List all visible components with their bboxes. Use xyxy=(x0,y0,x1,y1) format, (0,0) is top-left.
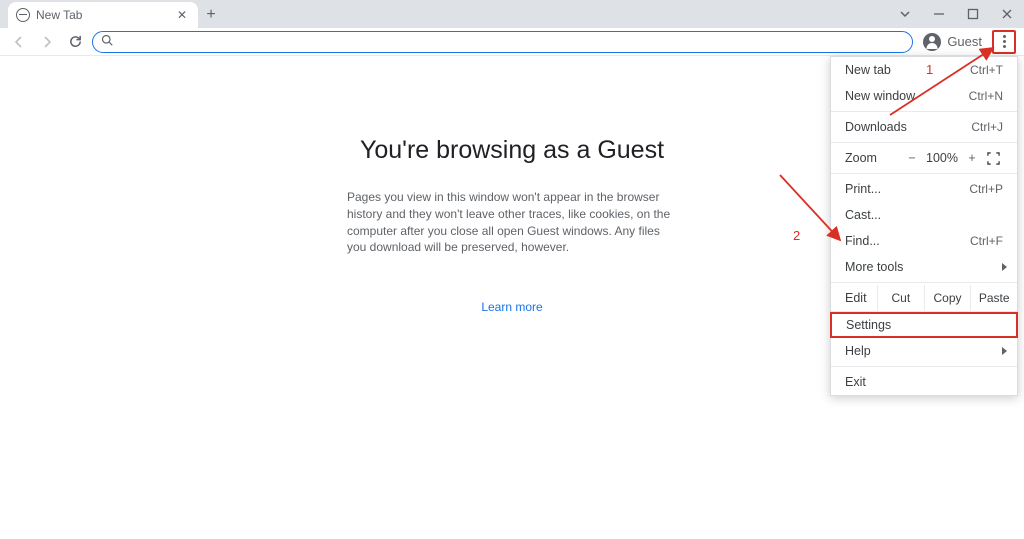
reload-button[interactable] xyxy=(64,31,86,53)
zoom-in-button[interactable]: + xyxy=(961,151,983,165)
window-close-button[interactable] xyxy=(990,0,1024,28)
zoom-out-button[interactable]: − xyxy=(901,151,923,165)
new-tab-button[interactable]: + xyxy=(198,2,224,28)
avatar-icon xyxy=(923,33,941,51)
edit-cut-button[interactable]: Cut xyxy=(877,285,924,311)
zoom-value: 100% xyxy=(923,151,961,165)
edit-paste-button[interactable]: Paste xyxy=(970,285,1017,311)
menu-item-new-tab[interactable]: New tab Ctrl+T xyxy=(831,57,1017,83)
chrome-menu: New tab Ctrl+T New window Ctrl+N Downloa… xyxy=(830,56,1018,396)
edit-copy-button[interactable]: Copy xyxy=(924,285,971,311)
menu-item-new-window[interactable]: New window Ctrl+N xyxy=(831,83,1017,109)
forward-button xyxy=(36,31,58,53)
omnibox-input[interactable] xyxy=(119,33,904,51)
window-controls xyxy=(888,0,1024,28)
window-maximize-button[interactable] xyxy=(956,0,990,28)
menu-item-exit[interactable]: Exit xyxy=(831,369,1017,395)
chevron-right-icon xyxy=(1002,347,1007,355)
back-button xyxy=(8,31,30,53)
globe-icon xyxy=(16,8,30,22)
chevron-down-icon[interactable] xyxy=(888,0,922,28)
window-minimize-button[interactable] xyxy=(922,0,956,28)
chevron-right-icon xyxy=(1002,263,1007,271)
menu-item-more-tools[interactable]: More tools xyxy=(831,254,1017,280)
close-tab-icon[interactable]: ✕ xyxy=(174,8,190,22)
menu-item-find[interactable]: Find... Ctrl+F xyxy=(831,228,1017,254)
tab-strip: New Tab ✕ + xyxy=(0,0,1024,28)
address-bar[interactable] xyxy=(92,31,913,53)
menu-item-edit: Edit Cut Copy Paste xyxy=(831,285,1017,311)
tab-title: New Tab xyxy=(36,8,168,22)
toolbar: Guest xyxy=(0,28,1024,56)
kebab-menu-button[interactable] xyxy=(992,30,1016,54)
menu-item-help[interactable]: Help xyxy=(831,338,1017,364)
menu-item-print[interactable]: Print... Ctrl+P xyxy=(831,176,1017,202)
more-vert-icon xyxy=(1003,35,1006,48)
fullscreen-icon[interactable] xyxy=(983,152,1003,165)
profile-chip[interactable]: Guest xyxy=(919,33,986,51)
browser-tab[interactable]: New Tab ✕ xyxy=(8,2,198,28)
menu-item-zoom: Zoom − 100% + xyxy=(831,145,1017,171)
menu-item-cast[interactable]: Cast... xyxy=(831,202,1017,228)
menu-item-downloads[interactable]: Downloads Ctrl+J xyxy=(831,114,1017,140)
learn-more-link[interactable]: Learn more xyxy=(481,300,542,314)
guest-description: Pages you view in this window won't appe… xyxy=(347,189,677,256)
profile-label: Guest xyxy=(947,34,982,49)
menu-item-settings[interactable]: Settings xyxy=(830,312,1018,338)
search-icon xyxy=(101,34,113,49)
